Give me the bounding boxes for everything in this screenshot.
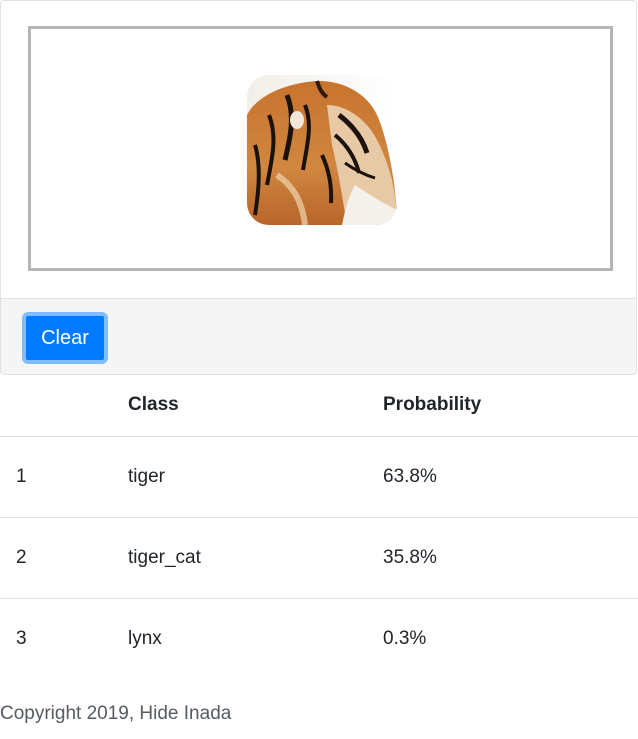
table-row: 2 tiger_cat 35.8%: [0, 517, 638, 598]
row-class: tiger_cat: [128, 546, 201, 568]
tiger-image-preview: [247, 75, 397, 225]
row-class: lynx: [128, 627, 162, 649]
tiger-photo-image: [247, 75, 397, 225]
card-footer: Clear: [1, 298, 636, 374]
card-body: [1, 1, 636, 298]
row-rank: 3: [16, 627, 27, 649]
row-probability: 63.8%: [383, 465, 437, 487]
image-drop-zone[interactable]: [28, 26, 613, 271]
table-header-row: Class Probability: [0, 375, 638, 437]
row-probability: 0.3%: [383, 627, 427, 649]
header-rank: [0, 375, 112, 437]
table-row: 1 tiger 63.8%: [0, 436, 638, 517]
row-probability: 35.8%: [383, 546, 437, 568]
header-class: Class: [112, 375, 367, 437]
row-rank: 2: [16, 546, 27, 568]
table-row: 3 lynx 0.3%: [0, 598, 638, 679]
copyright-text: Copyright 2019, Hide Inada: [0, 703, 232, 724]
clear-button[interactable]: Clear: [22, 312, 108, 364]
row-class: tiger: [128, 465, 165, 487]
row-rank: 1: [16, 465, 27, 487]
header-probability: Probability: [367, 375, 638, 437]
upload-card: Clear: [0, 0, 637, 375]
results-table: Class Probability 1 tiger 63.8% 2 tiger_…: [0, 375, 638, 679]
